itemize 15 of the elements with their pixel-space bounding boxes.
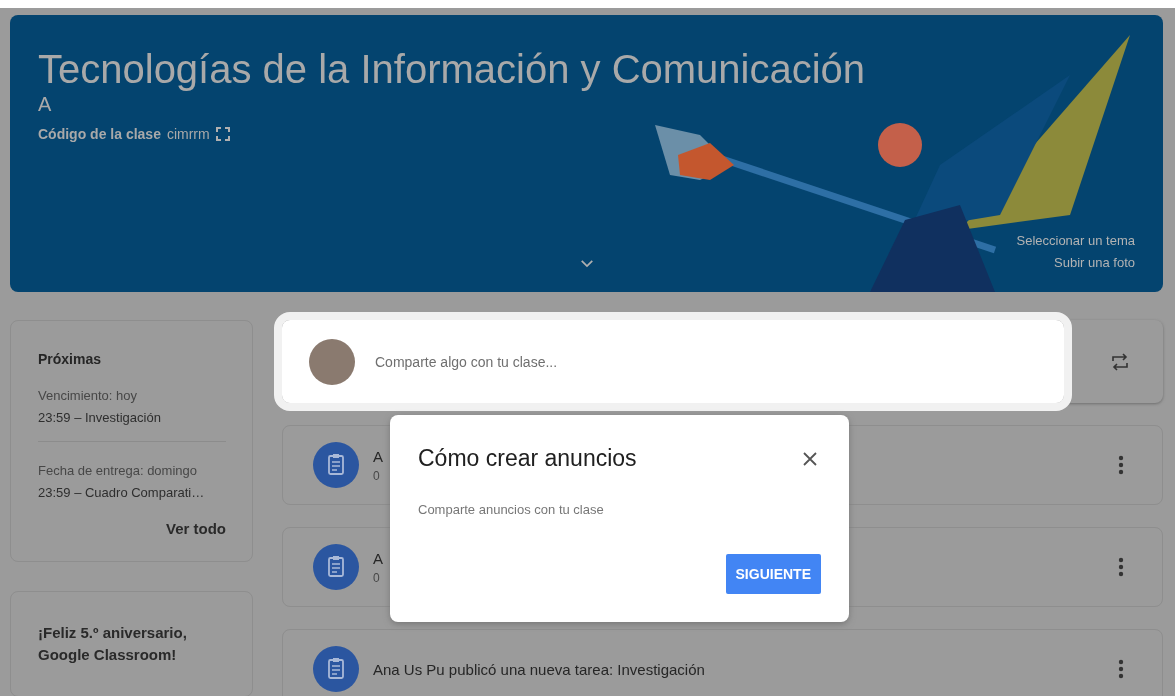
post-date: 0 xyxy=(373,570,380,585)
anniversary-title: ¡Feliz 5.º aniversario, Google Classroom! xyxy=(38,623,188,665)
post-title: Ana Us Pu publicó una nueva tarea: Investigación xyxy=(373,660,705,678)
dialog-title: Cómo crear anuncios xyxy=(418,445,637,472)
due-label: Vencimiento: hoy xyxy=(38,387,138,405)
class-section: A xyxy=(38,93,1135,116)
post-date: 0 xyxy=(373,468,380,483)
class-code-label: Código de la clase xyxy=(38,126,161,142)
class-title: Tecnologías de la Información y Comunicación xyxy=(38,46,867,93)
post-title: A xyxy=(373,549,383,567)
due-label: Fecha de entrega: domingo xyxy=(38,462,198,480)
class-code: cimrrm xyxy=(166,126,210,142)
post-title: A xyxy=(373,447,383,465)
dialog-text: Comparte anuncios con tu clase xyxy=(418,502,605,517)
upcoming-title: Próximas xyxy=(38,351,103,367)
